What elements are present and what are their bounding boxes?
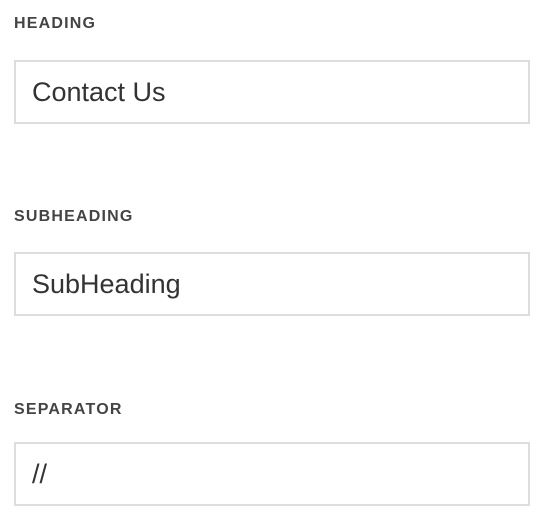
heading-label: HEADING <box>14 15 97 32</box>
subheading-label: SUBHEADING <box>14 208 134 225</box>
separator-label: SEPARATOR <box>14 401 123 418</box>
heading-input[interactable] <box>14 60 530 124</box>
separator-input[interactable] <box>14 442 530 506</box>
settings-form: HEADING SUBHEADING SEPARATOR <box>0 0 546 522</box>
subheading-input[interactable] <box>14 252 530 316</box>
